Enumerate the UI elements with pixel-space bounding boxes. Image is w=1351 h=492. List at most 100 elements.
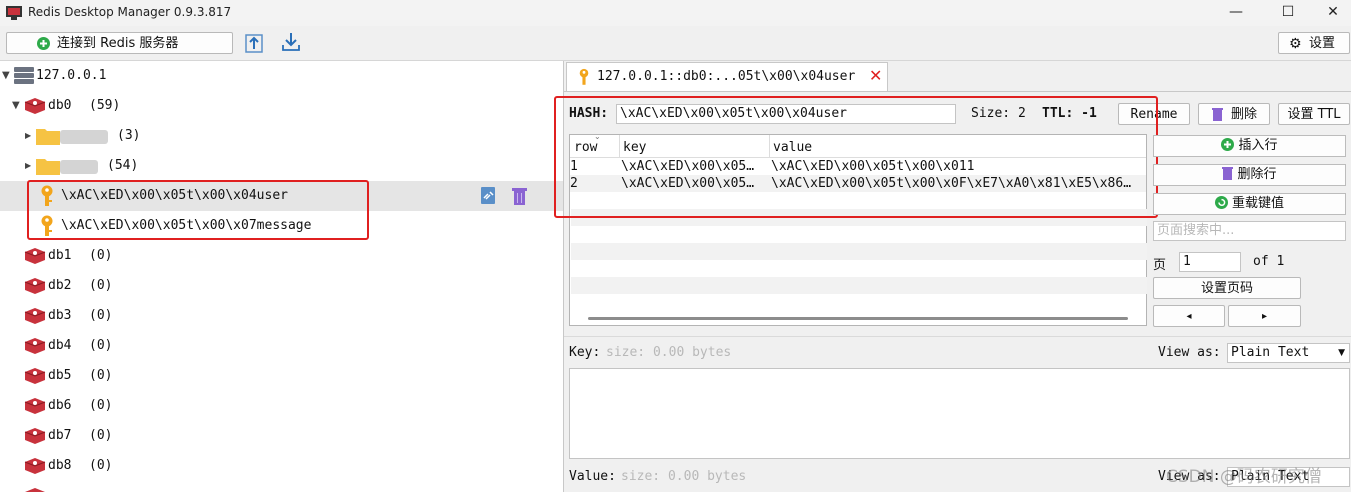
page-of-label: of 1 (1253, 254, 1285, 269)
tree-db-row-partial (0, 481, 563, 492)
settings-button[interactable]: ⚙ 设置 (1278, 32, 1350, 54)
key-size-label: size: 0.00 bytes (606, 345, 732, 360)
chevron-down-icon: ▼ (1338, 348, 1345, 358)
prev-page-button[interactable]: ◂ (1153, 305, 1225, 327)
tab-label: 127.0.0.1::db0:...05t\x00\x04user (597, 69, 856, 84)
tree-db-row[interactable]: db1 (0) (0, 241, 563, 271)
export-icon[interactable] (280, 31, 302, 53)
redis-db-icon (24, 368, 46, 384)
key-tab[interactable]: 127.0.0.1::db0:...05t\x00\x04user ✕ (566, 62, 888, 91)
next-arrow-icon: ▸ (1261, 311, 1268, 322)
db-name: db2 (48, 278, 72, 293)
value-size-label: size: 0.00 bytes (621, 469, 747, 484)
set-page-label: 设置页码 (1200, 281, 1253, 296)
minimize-button[interactable]: — (1213, 0, 1259, 26)
set-ttl-button[interactable]: 设置 TTL (1278, 103, 1350, 125)
tree-db-row[interactable]: db3 (0) (0, 301, 563, 331)
redis-db-icon (24, 458, 46, 474)
app-logo-icon (6, 6, 22, 20)
db-name: db8 (48, 458, 72, 473)
connect-server-label: 连接到 Redis 服务器 (57, 36, 179, 51)
tree-db-row[interactable]: ▼ db0 (59) (0, 91, 563, 121)
insert-row-button[interactable]: 插入行 (1153, 135, 1346, 157)
highlight-box (554, 96, 1158, 218)
page-search-placeholder: 页面搜索中... (1157, 223, 1235, 238)
toolbar: 连接到 Redis 服务器 ⚙ 设置 (0, 26, 1351, 61)
view-as-value: Plain Text (1231, 345, 1310, 360)
maximize-button[interactable]: ☐ (1265, 0, 1311, 26)
db-count: (0) (89, 428, 113, 443)
refresh-icon (1214, 196, 1228, 209)
console-icon[interactable] (481, 187, 497, 205)
tree-db-row[interactable]: db4 (0) (0, 331, 563, 361)
redis-db-icon (24, 248, 46, 264)
tree-folder-row[interactable]: ▶ (54) (0, 151, 563, 181)
db-name: db5 (48, 368, 72, 383)
redis-db-icon (24, 278, 46, 294)
db-count: (59) (89, 98, 121, 113)
close-tab-icon[interactable]: ✕ (869, 66, 882, 85)
folder-icon (36, 159, 60, 175)
insert-row-label: 插入行 (1238, 138, 1278, 153)
db-name: db0 (48, 98, 72, 113)
reload-button[interactable]: 重载键值 (1153, 193, 1346, 215)
connect-server-button[interactable]: 连接到 Redis 服务器 (6, 32, 233, 54)
folder-icon (36, 129, 60, 145)
horizontal-scrollbar[interactable] (588, 317, 1128, 320)
server-icon (14, 67, 34, 84)
tree-db-row[interactable]: db2 (0) (0, 271, 563, 301)
delete-row-button[interactable]: 删除行 (1153, 164, 1346, 186)
plus-circle-icon (37, 37, 50, 50)
delete-key-button[interactable]: 删除 (1198, 103, 1270, 125)
tree-db-row[interactable]: db8 (0) (0, 451, 563, 481)
reload-label: 重载键值 (1231, 196, 1284, 211)
gear-icon: ⚙ (1289, 36, 1302, 52)
key-editor-textarea[interactable] (569, 368, 1350, 459)
set-page-button[interactable]: 设置页码 (1153, 277, 1301, 299)
redacted-folder-name (60, 160, 98, 174)
view-as-select[interactable]: Plain Text ▼ (1227, 343, 1350, 363)
redis-db-icon (25, 488, 45, 492)
window-title: Redis Desktop Manager 0.9.3.817 (28, 5, 232, 19)
page-label: 页 (1153, 258, 1167, 273)
collapse-arrow-icon[interactable]: ▶ (25, 151, 35, 181)
tree-db-row[interactable]: db6 (0) (0, 391, 563, 421)
view-as-label: View as: (1158, 345, 1221, 360)
import-icon[interactable] (244, 32, 264, 54)
redis-db-icon (24, 338, 46, 354)
divider (564, 336, 1351, 337)
collapse-arrow-icon[interactable]: ▶ (25, 121, 35, 151)
tree-db-row[interactable]: db7 (0) (0, 421, 563, 451)
next-page-button[interactable]: ▸ (1228, 305, 1301, 327)
db-count: (0) (89, 338, 113, 353)
tree-server-row[interactable]: ▼ 127.0.0.1 (0, 61, 563, 91)
connection-tree: ▼ 127.0.0.1 ▼ db0 (59) ▶ (3) ▶ (54) \xAC… (0, 61, 564, 492)
tree-db-row[interactable]: db5 (0) (0, 361, 563, 391)
settings-label: 设置 (1309, 36, 1336, 51)
tree-folder-row[interactable]: ▶ (3) (0, 121, 563, 151)
delete-row-label: 删除行 (1237, 167, 1277, 182)
folder-count: (3) (117, 128, 141, 143)
db-count: (0) (89, 248, 113, 263)
watermark: CSDN @码农研究僧 (1166, 467, 1322, 487)
db-name: db6 (48, 398, 72, 413)
expand-arrow-icon[interactable]: ▼ (2, 61, 12, 91)
redis-db-icon (24, 398, 46, 414)
db-name: db4 (48, 338, 72, 353)
db-count: (0) (89, 458, 113, 473)
empty-row (571, 277, 1147, 294)
db-count: (0) (89, 308, 113, 323)
delete-label: 删除 (1231, 107, 1258, 122)
trash-icon[interactable] (512, 187, 527, 205)
db-count: (0) (89, 368, 113, 383)
close-window-button[interactable]: ✕ (1310, 0, 1351, 26)
db-count: (0) (89, 398, 113, 413)
expand-arrow-icon[interactable]: ▼ (12, 91, 22, 121)
empty-row (571, 243, 1147, 260)
page-number-input[interactable]: 1 (1179, 252, 1241, 272)
prev-arrow-icon: ◂ (1186, 311, 1192, 322)
redis-db-icon (24, 98, 46, 114)
redacted-folder-name (60, 130, 108, 144)
db-name: db7 (48, 428, 72, 443)
page-search-input[interactable]: 页面搜索中... (1153, 221, 1346, 241)
